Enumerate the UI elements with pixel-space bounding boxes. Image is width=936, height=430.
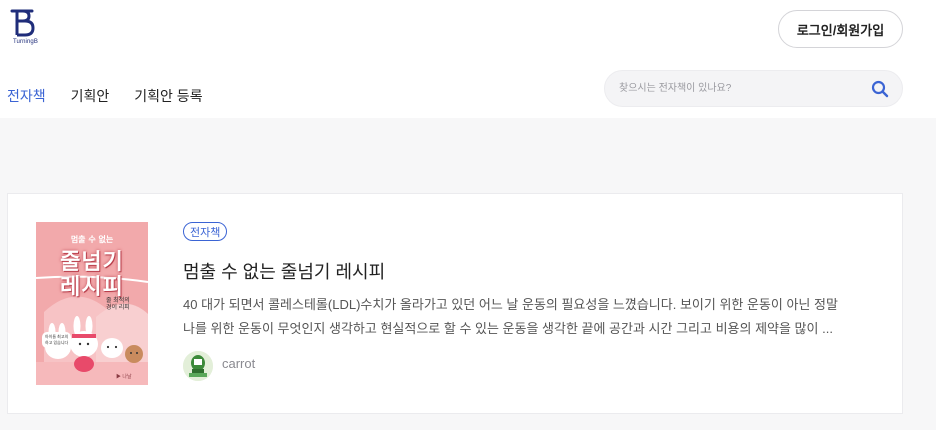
search-input[interactable]: [619, 71, 859, 106]
description-line: 나를 위한 운동이 무엇인지 생각하고 현실적으로 할 수 있는 운동을 생각한…: [183, 321, 833, 336]
nav-item-proposal[interactable]: 기획안: [71, 86, 110, 106]
cover-title-line3: 레시피: [60, 275, 124, 300]
search-icon[interactable]: [871, 80, 889, 98]
cover-speech-bubble: 아이들 최고의 하고 있습니다: [42, 332, 72, 348]
site-logo[interactable]: TurningB: [6, 8, 46, 45]
nav-item-ebook[interactable]: 전자책: [7, 86, 46, 106]
logo-b-icon: [10, 9, 35, 37]
cover-subtitle: 줄 최적의 경이 리피: [106, 298, 130, 311]
category-badge: 전자책: [183, 222, 228, 241]
avatar-icon: [183, 351, 213, 381]
ebook-card[interactable]: 멈출 수 없는 줄넘기 레시피 줄 최적의 경이 리피 아이들 최고의 하고 있습…: [7, 193, 903, 414]
ebook-description: 40 대가 되면서 콜레스테롤(LDL)수치가 올라가고 있던 어느 날 운동의…: [183, 293, 893, 341]
book-cover-image[interactable]: 멈출 수 없는 줄넘기 레시피 줄 최적의 경이 리피 아이들 최고의 하고 있습…: [36, 222, 148, 385]
cover-brand: ▶ 나날: [116, 374, 132, 380]
logo-text: TurningB: [13, 39, 38, 45]
author-name[interactable]: carrot: [222, 356, 255, 371]
search-box: [604, 70, 903, 107]
description-line: 40 대가 되면서 콜레스테롤(LDL)수치가 올라가고 있던 어느 날 운동의…: [183, 297, 838, 312]
ebook-title[interactable]: 멈출 수 없는 줄넘기 레시피: [183, 258, 385, 284]
login-signup-button[interactable]: 로그인/회원가입: [778, 10, 903, 48]
author-avatar[interactable]: [183, 351, 213, 381]
main-nav: 전자책 기획안 기획안 등록: [7, 86, 228, 106]
site-header: TurningB 로그인/회원가입 전자책 기획안 기획안 등록: [0, 0, 936, 118]
nav-item-proposal-register[interactable]: 기획안 등록: [134, 86, 202, 106]
